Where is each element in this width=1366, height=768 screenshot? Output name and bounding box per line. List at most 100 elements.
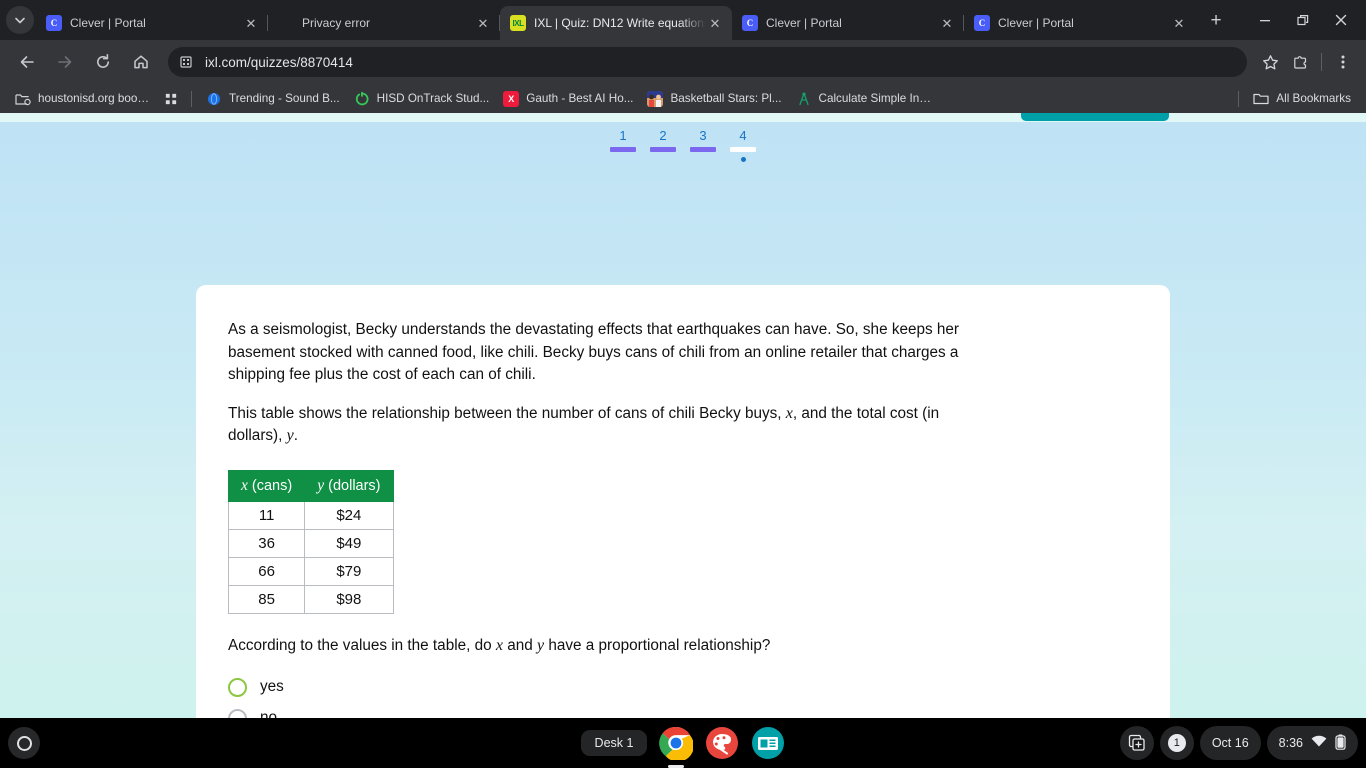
all-bookmarks-label: All Bookmarks bbox=[1276, 92, 1351, 105]
bookmark-star-button[interactable] bbox=[1255, 47, 1285, 77]
tab-clever-1[interactable]: C Clever | Portal ✕ bbox=[36, 6, 268, 40]
table-row: 85 $98 bbox=[227, 584, 394, 614]
question-nav-4[interactable]: 4 bbox=[723, 129, 763, 162]
puzzle-icon bbox=[1293, 55, 1306, 69]
tab-close-button[interactable]: ✕ bbox=[474, 14, 492, 32]
folder-settings-icon bbox=[15, 91, 31, 107]
tab-close-button[interactable]: ✕ bbox=[242, 14, 260, 32]
building-icon bbox=[180, 56, 192, 68]
bookmark-label: Trending - Sound B... bbox=[229, 92, 340, 105]
date-button[interactable]: Oct 16 bbox=[1199, 726, 1261, 760]
minimize-button[interactable] bbox=[1246, 3, 1284, 37]
bookmark-label: houstonisd.org bookmarks bbox=[38, 92, 151, 105]
variable-y: y bbox=[286, 427, 294, 445]
bookmark-houstonisd[interactable]: houstonisd.org bookmarks bbox=[8, 88, 158, 110]
bookmark-hisd-ontrack[interactable]: HISD OnTrack Stud... bbox=[347, 88, 497, 110]
forward-button[interactable] bbox=[49, 46, 81, 78]
gauth-icon: X bbox=[503, 90, 520, 107]
choice-label: no bbox=[260, 709, 278, 718]
table-head: x (cans) y (dollars) bbox=[227, 469, 394, 502]
screen: C Clever | Portal ✕ Privacy error ✕ IXL … bbox=[0, 0, 1366, 768]
question-bar bbox=[730, 147, 756, 152]
tab-privacy-error[interactable]: Privacy error ✕ bbox=[268, 6, 500, 40]
prompt-var-x: x bbox=[495, 636, 503, 654]
bookmark-label: Basketball Stars: Pl... bbox=[670, 92, 782, 105]
canvas-palette-icon[interactable] bbox=[705, 726, 739, 760]
screen-capture-button[interactable] bbox=[1119, 726, 1154, 760]
data-table: x (cans) y (dollars) 11 $24 36 $49 66 $7… bbox=[227, 469, 394, 614]
prompt-part-a: According to the values in the table, do bbox=[228, 636, 496, 654]
compass-icon bbox=[796, 91, 812, 107]
chrome-menu-button[interactable] bbox=[1328, 47, 1358, 77]
header-unit-dollars: (dollars) bbox=[324, 477, 381, 494]
address-bar[interactable]: ixl.com/quizzes/8870414 bbox=[168, 47, 1247, 77]
tab-strip: C Clever | Portal ✕ Privacy error ✕ IXL … bbox=[0, 0, 1366, 40]
bookmark-gauth[interactable]: X Gauth - Best AI Ho... bbox=[496, 88, 640, 110]
green-ring-icon bbox=[354, 91, 370, 107]
page-viewport: 1 2 3 4 As a seismologist, Becky underst… bbox=[0, 113, 1366, 718]
system-tray: 1 Oct 16 8:36 bbox=[1119, 726, 1358, 760]
tab-close-button[interactable]: ✕ bbox=[938, 14, 956, 32]
arrow-left-icon bbox=[20, 56, 34, 68]
table-row: 11 $24 bbox=[227, 500, 394, 530]
question-paragraph-2: This table shows the relationship betwee… bbox=[228, 403, 988, 448]
new-tab-button[interactable]: + bbox=[1202, 8, 1230, 36]
desk-switcher-button[interactable]: Desk 1 bbox=[580, 730, 648, 756]
status-area-button[interactable]: 8:36 bbox=[1266, 726, 1358, 760]
tab-ixl-quiz[interactable]: IXL IXL | Quiz: DN12 Write equations for… bbox=[500, 6, 732, 40]
bookmark-apps-grid[interactable] bbox=[158, 89, 184, 109]
tab-close-button[interactable]: ✕ bbox=[706, 14, 724, 32]
bookmark-basketball-stars[interactable]: Basketball Stars: Pl... bbox=[640, 88, 788, 110]
extensions-button[interactable] bbox=[1285, 47, 1315, 77]
three-dots-vertical-icon bbox=[1341, 55, 1345, 69]
question-paragraph-1: As a seismologist, Becky understands the… bbox=[228, 321, 960, 384]
prompt-part-c: have a proportional relationship? bbox=[544, 636, 771, 654]
grid-icon bbox=[165, 93, 177, 104]
cell-y: $24 bbox=[304, 500, 394, 530]
chrome-icon[interactable] bbox=[659, 726, 694, 768]
screen-capture-icon bbox=[1128, 734, 1145, 751]
question-number: 1 bbox=[619, 128, 627, 143]
tab-search-button[interactable] bbox=[6, 6, 34, 34]
tab-clever-3[interactable]: C Clever | Portal ✕ bbox=[964, 6, 1196, 40]
question-nav-3[interactable]: 3 bbox=[683, 129, 723, 162]
reload-button[interactable] bbox=[87, 46, 119, 78]
top-teal-button-partial[interactable] bbox=[1021, 113, 1169, 121]
presentation-icon[interactable] bbox=[751, 726, 785, 760]
date-label: Oct 16 bbox=[1211, 736, 1249, 750]
radio-button-yes[interactable] bbox=[228, 677, 247, 697]
home-button[interactable] bbox=[125, 46, 157, 78]
url-text: ixl.com/quizzes/8870414 bbox=[205, 54, 353, 70]
toolbar-divider bbox=[1321, 53, 1322, 71]
restore-icon bbox=[1296, 14, 1308, 25]
bookmark-calculate-simple-interest[interactable]: Calculate Simple Int... bbox=[789, 88, 939, 110]
choice-no[interactable]: no bbox=[228, 703, 1138, 718]
close-window-button[interactable] bbox=[1322, 3, 1360, 37]
tab-close-button[interactable]: ✕ bbox=[1170, 14, 1188, 32]
question-nav-1[interactable]: 1 bbox=[603, 129, 643, 162]
cell-x: 66 bbox=[227, 556, 306, 586]
back-button[interactable] bbox=[11, 46, 43, 78]
header-unit-cans: (cans) bbox=[247, 477, 293, 494]
table-row: 36 $49 bbox=[227, 528, 394, 558]
tab-clever-2[interactable]: C Clever | Portal ✕ bbox=[732, 6, 964, 40]
blank-icon bbox=[278, 15, 294, 31]
bookmark-label: Gauth - Best AI Ho... bbox=[526, 92, 634, 105]
chromeos-shelf: Desk 1 1 Oct 16 8:36 bbox=[0, 718, 1366, 768]
cell-y: $79 bbox=[304, 556, 394, 586]
tab-title: Privacy error bbox=[302, 16, 371, 30]
site-info-icon[interactable] bbox=[176, 52, 196, 72]
cell-x: 36 bbox=[227, 528, 306, 558]
radio-button-no[interactable] bbox=[228, 708, 247, 718]
bookmark-trending-sound[interactable]: Trending - Sound B... bbox=[199, 88, 347, 110]
maximize-button[interactable] bbox=[1284, 3, 1322, 37]
minimize-icon bbox=[1260, 20, 1270, 22]
cell-x: 85 bbox=[227, 584, 306, 614]
arrow-right-icon bbox=[58, 56, 72, 68]
notification-counter-button[interactable]: 1 bbox=[1159, 726, 1194, 760]
table-body: 11 $24 36 $49 66 $79 85 $98 bbox=[227, 500, 394, 614]
choice-yes[interactable]: yes bbox=[228, 672, 1138, 703]
question-nav-2[interactable]: 2 bbox=[643, 129, 683, 162]
prompt-part-b: and bbox=[502, 636, 538, 654]
all-bookmarks-button[interactable]: All Bookmarks bbox=[1246, 88, 1358, 110]
